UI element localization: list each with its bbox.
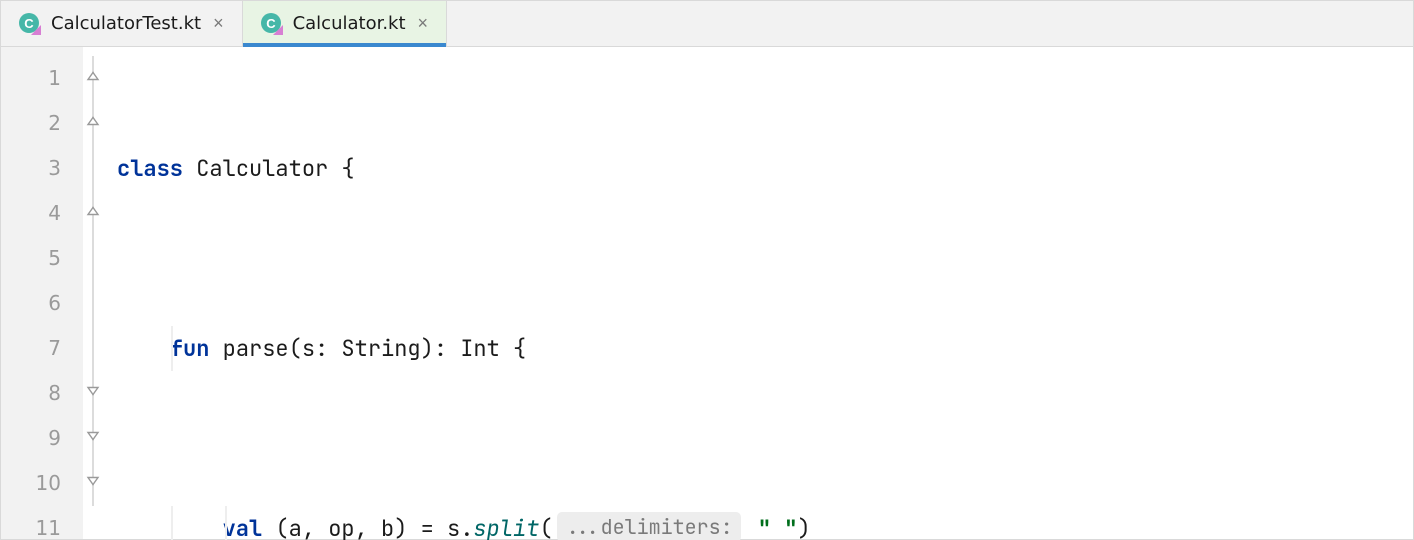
code-line: val (a, op, b) = s.split(...delimiters: … [117,506,1413,540]
fold-open-icon[interactable] [85,113,101,134]
tab-calculator[interactable]: C Calculator.kt × [243,1,447,46]
line-number: 6 [1,281,61,326]
line-number: 1 [1,56,61,101]
svg-text:C: C [266,16,276,31]
fold-open-icon[interactable] [85,203,101,224]
fold-close-icon[interactable] [85,473,101,494]
close-icon[interactable]: × [211,13,226,34]
line-number: 7 [1,326,61,371]
tab-label: Calculator.kt [293,13,406,34]
line-number: 5 [1,236,61,281]
tab-calculatortest[interactable]: C CalculatorTest.kt × [1,1,243,46]
close-icon[interactable]: × [416,13,431,34]
line-number: 11 [1,506,61,540]
fold-close-icon[interactable] [85,428,101,449]
line-number: 9 [1,416,61,461]
line-number: 8 [1,371,61,416]
kotlin-class-icon: C [261,13,283,35]
fold-gutter [83,47,117,539]
kotlin-class-icon: C [19,13,41,35]
code-line: fun parse(s: String): Int { [117,326,1413,371]
tab-bar: C CalculatorTest.kt × C Calculator.kt × [1,1,1413,47]
svg-text:C: C [24,16,34,31]
line-number: 2 [1,101,61,146]
code-area[interactable]: class Calculator { fun parse(s: String):… [117,47,1413,539]
fold-close-icon[interactable] [85,383,101,404]
code-line: class Calculator { [117,146,1413,191]
line-number: 4 [1,191,61,236]
parameter-hint: ...delimiters: [557,512,741,540]
line-number-gutter: 1 2 3 4 5 6 7 8 9 10 11 [1,47,83,539]
tab-label: CalculatorTest.kt [51,13,201,34]
code-editor[interactable]: 1 2 3 4 5 6 7 8 9 10 11 class Calculator… [1,47,1413,539]
fold-open-icon[interactable] [85,68,101,89]
line-number: 10 [1,461,61,506]
line-number: 3 [1,146,61,191]
